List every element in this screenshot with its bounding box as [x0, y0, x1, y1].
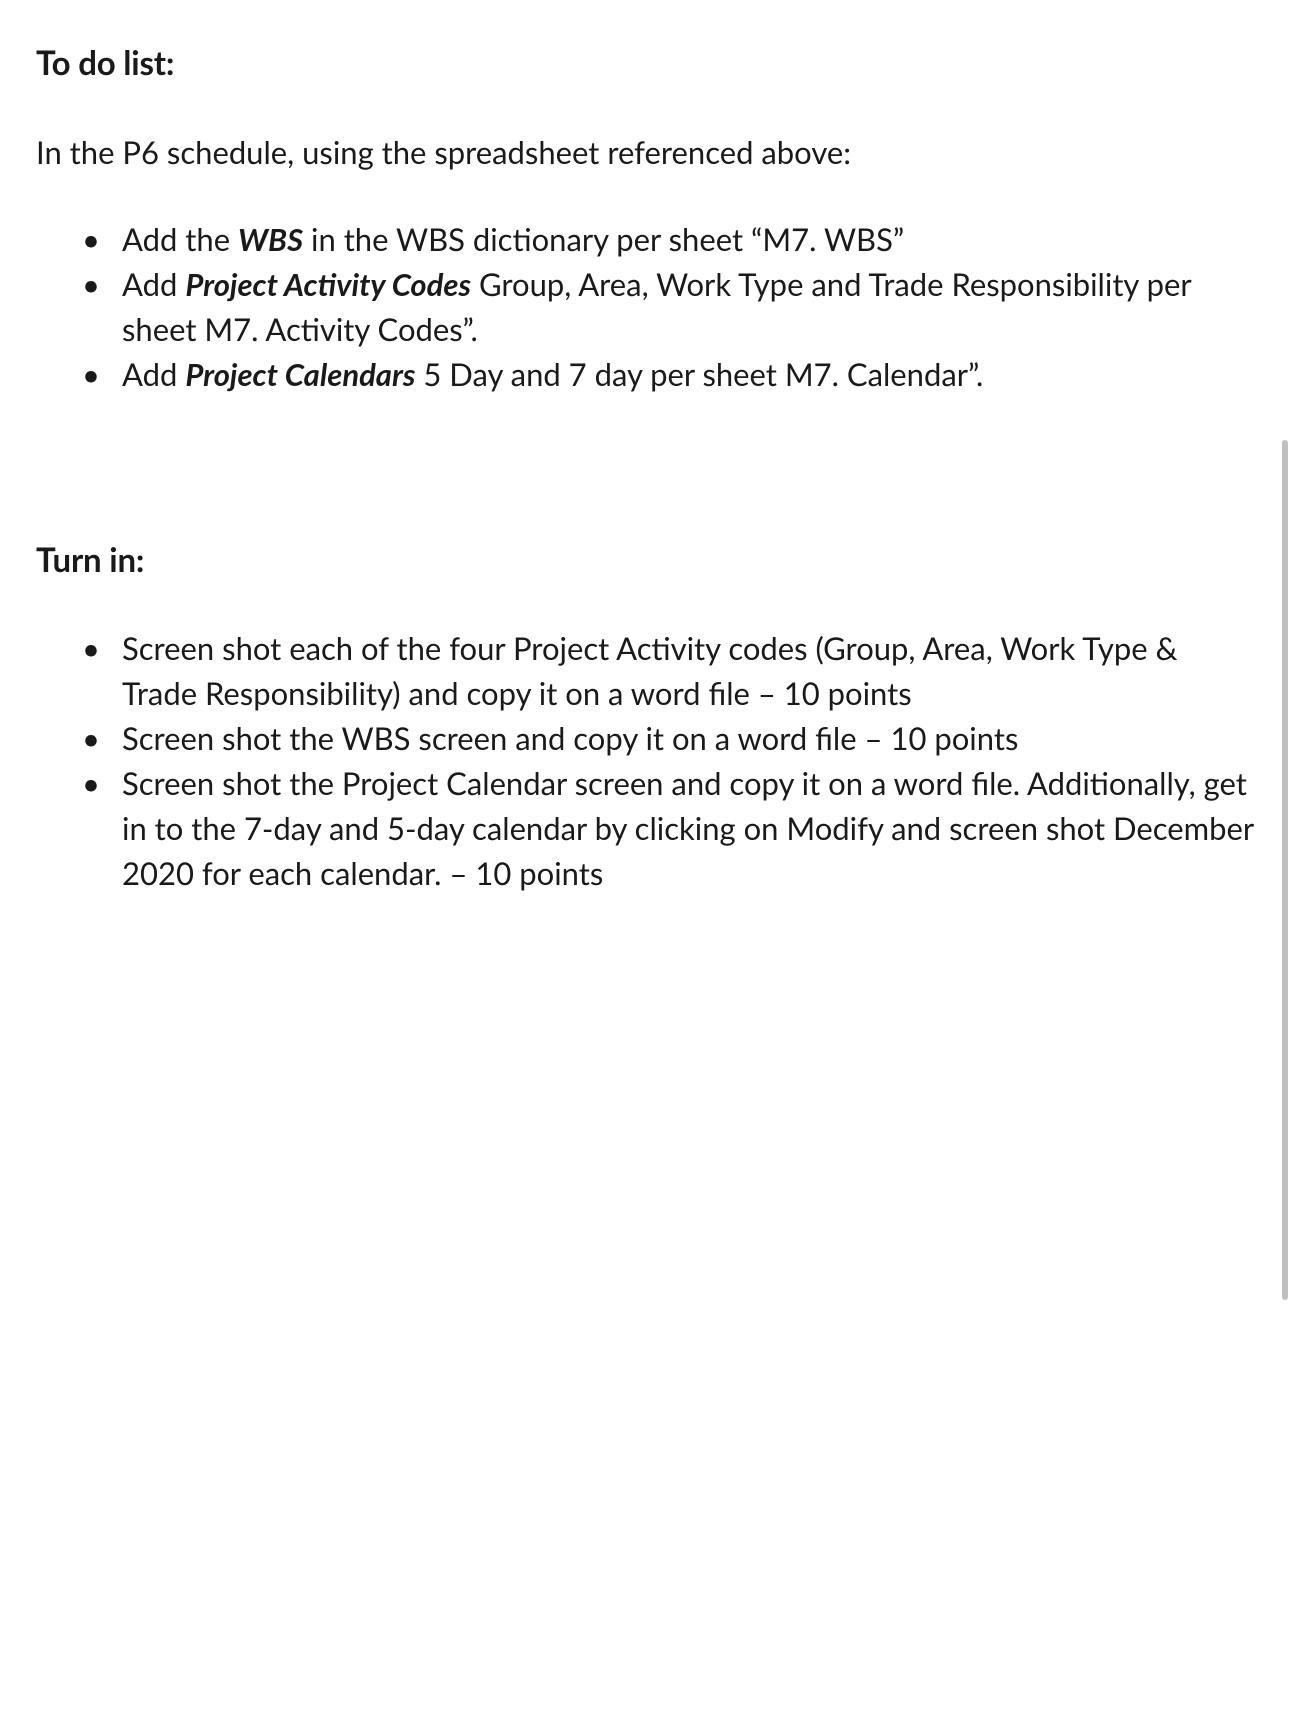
list-item: Add the WBS in the WBS dictionary per sh…: [122, 217, 1254, 262]
todo-list: Add the WBS in the WBS dictionary per sh…: [36, 217, 1254, 397]
list-item-suffix: 5 Day and 7 day per sheet M7. Calendar”.: [415, 355, 983, 393]
list-item-emphasis: WBS: [238, 220, 303, 258]
list-item: Screen shot the WBS screen and copy it o…: [122, 716, 1254, 761]
scrollbar-thumb[interactable]: [1282, 440, 1288, 1300]
list-item-suffix: in the WBS dictionary per sheet “M7. WBS…: [303, 220, 904, 258]
list-item-prefix: Add the: [122, 220, 238, 258]
list-item: Add Project Activity Codes Group, Area, …: [122, 262, 1254, 352]
list-item: Screen shot the Project Calendar screen …: [122, 761, 1254, 896]
list-item-prefix: Add: [122, 355, 185, 393]
list-item-emphasis: Project Calendars: [185, 355, 415, 393]
list-item: Add Project Calendars 5 Day and 7 day pe…: [122, 352, 1254, 397]
heading-todo: To do list:: [36, 40, 1254, 88]
list-item-emphasis: Project Activity Codes: [185, 265, 471, 303]
turnin-list: Screen shot each of the four Project Act…: [36, 626, 1254, 896]
list-item: Screen shot each of the four Project Act…: [122, 626, 1254, 716]
intro-paragraph: In the P6 schedule, using the spreadshee…: [36, 130, 1254, 175]
list-item-prefix: Add: [122, 265, 185, 303]
heading-turnin: Turn in:: [36, 537, 1254, 585]
